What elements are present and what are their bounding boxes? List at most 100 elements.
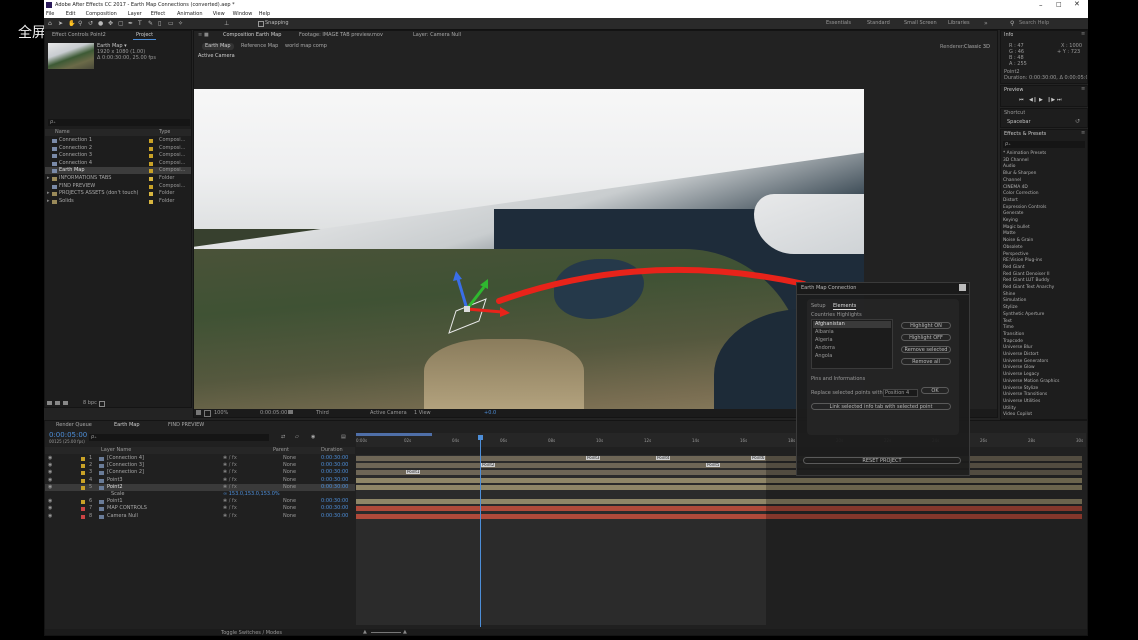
workspace-menu-icon[interactable]: » [984, 20, 988, 27]
countries-listbox[interactable]: Afghanistan Albania Algeria Andorra Angola [811, 319, 893, 369]
country-option[interactable]: Algeria [813, 337, 891, 344]
viewer-timecode[interactable]: 0:00:05:00 [260, 410, 287, 416]
zoom-in-icon[interactable]: ▲ [403, 629, 407, 635]
layer-switches[interactable]: ❀ / fx [223, 505, 237, 512]
draft-3d-icon[interactable]: ▱ [295, 434, 299, 440]
scale-value[interactable]: ∞ 153.0,153.0,153.0% [223, 491, 280, 498]
remove-selected-button[interactable]: Remove selected [901, 346, 951, 353]
label-color-swatch[interactable] [149, 146, 153, 151]
trash-icon[interactable] [99, 401, 105, 407]
keyframe-label[interactable]: Point4 [656, 456, 671, 460]
timeline-layer-row[interactable]: ◉ 7 MAP CONTROLS ❀ / fx None 0:00:30:00 [45, 505, 355, 512]
effects-category[interactable]: Video Copilot [1003, 411, 1032, 418]
parent-dropdown[interactable]: None [283, 498, 296, 505]
layer-duration[interactable]: 0:00:30:00 [321, 513, 348, 520]
label-color-swatch[interactable] [149, 184, 153, 189]
timeline-layer-row[interactable]: ◉ 4 Point3 ❀ / fx None 0:00:30:00 [45, 477, 355, 484]
loop-icon[interactable]: ↺ [1075, 118, 1080, 125]
dialog-tab-setup[interactable]: Setup [811, 303, 826, 309]
layer-label-swatch[interactable] [81, 507, 85, 512]
interpret-footage-icon[interactable] [47, 401, 52, 405]
zoom-out-icon[interactable]: ▲ [363, 629, 367, 635]
dialog-close-icon[interactable] [959, 284, 966, 291]
camera-dropdown[interactable]: Active Camera [370, 410, 407, 416]
camera-tool-icon[interactable]: ● [98, 20, 103, 27]
layer-name[interactable]: MAP CONTROLS [107, 505, 217, 512]
visibility-eye-icon[interactable]: ◉ [48, 477, 52, 484]
layer-name[interactable]: Camera Null [107, 513, 217, 520]
region-icon[interactable] [204, 410, 211, 417]
layer-duration[interactable]: 0:00:30:00 [321, 462, 348, 469]
shortcut-dropdown[interactable]: Spacebar [1007, 119, 1031, 125]
subtab-earth-map[interactable]: Earth Map [202, 43, 234, 50]
project-item[interactable]: ▸ PROJECTS ASSETS (don't touch) Folder [45, 190, 191, 197]
axis-mode-icon[interactable]: ⊥ [224, 20, 229, 27]
search-icon[interactable]: ⚲ [1010, 20, 1014, 27]
visibility-eye-icon[interactable]: ◉ [48, 505, 52, 512]
tab-earth-map-timeline[interactable]: Earth Map [111, 422, 143, 429]
layer-name[interactable]: Point2 [107, 484, 217, 491]
tab-render-queue[interactable]: Render Queue [53, 422, 95, 429]
project-item[interactable]: Connection 3 Composi... [45, 152, 191, 159]
new-comp-icon[interactable] [63, 401, 68, 405]
timeline-search-field[interactable]: ρ₊ [89, 434, 269, 441]
layer-label-swatch[interactable] [81, 457, 85, 461]
layer-name[interactable]: [Connection 2] [107, 469, 217, 476]
views-dropdown[interactable]: 1 View [414, 410, 431, 416]
menu-effect[interactable]: Effect [151, 11, 165, 17]
parent-dropdown[interactable]: None [283, 477, 296, 484]
text-tool-icon[interactable]: T [138, 20, 142, 27]
header-layer-name[interactable]: Layer Name [101, 447, 131, 454]
menu-window[interactable]: Window [233, 11, 253, 17]
current-time-handle[interactable] [478, 435, 483, 440]
track-area[interactable]: Point1 Point2 Point3 Point4 Point5 Point6 [356, 455, 1086, 625]
pen-tool-icon[interactable]: ✒ [128, 20, 133, 27]
subtab-reference-map[interactable]: Reference Map [238, 43, 281, 50]
puppet-tool-icon[interactable]: ✧ [178, 20, 183, 27]
gizmo-y-axis[interactable] [456, 278, 469, 310]
project-item[interactable]: ▸ INFORMATIONS TABS Folder [45, 175, 191, 182]
layer-duration[interactable]: 0:00:30:00 [321, 484, 348, 491]
eraser-tool-icon[interactable]: ▭ [168, 20, 174, 27]
keyframe-label[interactable]: Point5 [706, 463, 721, 468]
layer-label-swatch[interactable] [81, 485, 85, 490]
rotate-tool-icon[interactable]: ↺ [88, 20, 93, 27]
country-option[interactable]: Angola [813, 353, 891, 360]
menu-edit[interactable]: Edit [66, 11, 76, 17]
layer-duration[interactable]: 0:00:30:00 [321, 498, 348, 505]
menu-composition[interactable]: Composition [86, 11, 117, 17]
effects-menu-icon[interactable]: ≡ [1081, 130, 1085, 136]
project-item[interactable]: ▸ Solids Folder [45, 198, 191, 205]
home-icon[interactable]: ⌂ [48, 20, 52, 27]
work-area-bar[interactable] [356, 433, 432, 436]
layer-name[interactable]: Point1 [107, 498, 217, 505]
visibility-eye-icon[interactable]: ◉ [48, 513, 52, 520]
country-option[interactable]: Andorra [813, 345, 891, 352]
menu-view[interactable]: View [213, 11, 225, 17]
workspace-essentials[interactable]: Essentials [826, 20, 851, 26]
project-item[interactable]: Connection 2 Composi... [45, 145, 191, 152]
timeline-layer-row[interactable]: ◉ 1 [Connection 4] ❀ / fx None 0:00:30:00 [45, 455, 355, 462]
pan-tool-icon[interactable]: ✥ [108, 20, 113, 27]
link-info-tab-button[interactable]: Link selected info tab with selected poi… [811, 403, 951, 410]
timeline-layer-row[interactable]: ◉ 6 Point1 ❀ / fx None 0:00:30:00 [45, 498, 355, 505]
layer-name[interactable]: [Connection 4] [107, 455, 217, 462]
workspace-standard[interactable]: Standard [867, 20, 890, 26]
timeline-timecode[interactable]: 0:00:05:00 [49, 431, 87, 439]
layer-switches[interactable]: ❀ / fx [223, 513, 237, 520]
keyframe-label[interactable]: Point6 [751, 456, 766, 460]
renderer-value[interactable]: Classic 3D [964, 44, 990, 50]
layer-name[interactable]: Scale [111, 491, 221, 498]
point-bounding-box[interactable] [448, 298, 487, 334]
hand-tool-icon[interactable]: ✋ [68, 20, 75, 27]
layer-switches[interactable]: ❀ / fx [223, 455, 237, 462]
timeline-layer-row[interactable]: ◉ 2 [Connection 3] ❀ / fx None 0:00:30:00 [45, 462, 355, 469]
highlight-off-button[interactable]: Highlight OFF [901, 334, 951, 341]
zoom-slider[interactable] [371, 632, 401, 633]
first-frame-icon[interactable]: ⏮ [1019, 97, 1024, 103]
menu-help[interactable]: Help [259, 11, 270, 17]
twirl-icon[interactable]: ▸ [47, 175, 50, 182]
menu-file[interactable]: File [46, 11, 54, 17]
preview-always-icon[interactable] [196, 410, 201, 415]
layer-label-swatch[interactable] [81, 464, 85, 469]
